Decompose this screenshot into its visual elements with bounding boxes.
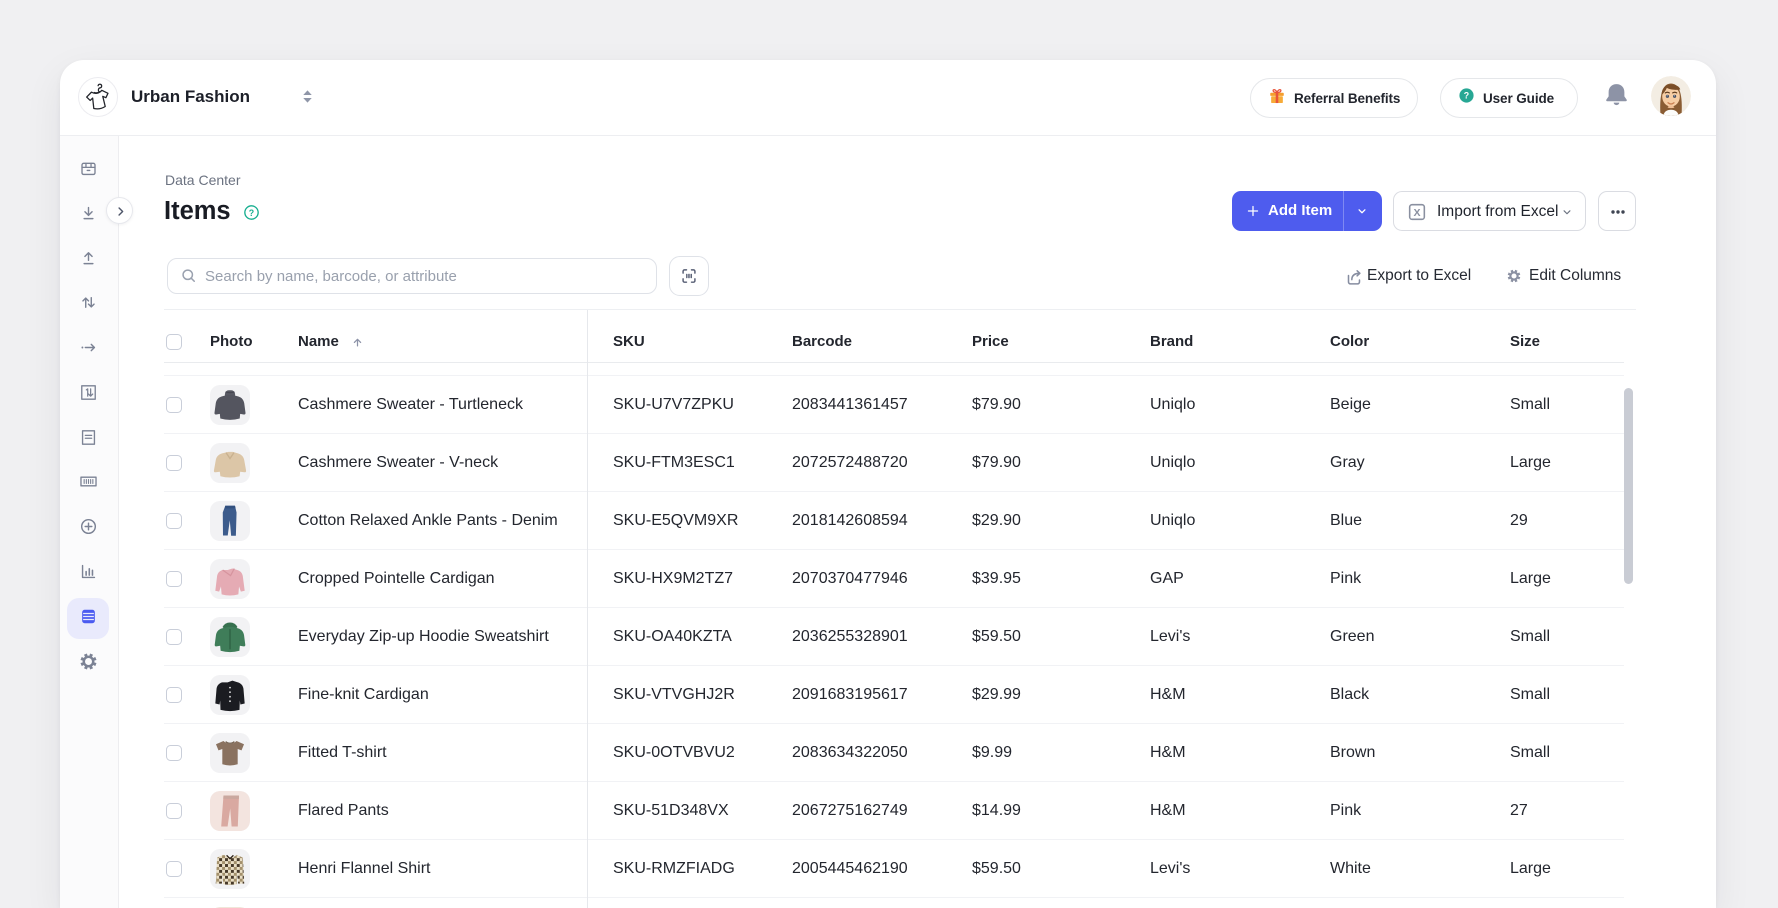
svg-text:?: ? bbox=[249, 207, 254, 217]
svg-text:?: ? bbox=[1464, 91, 1469, 101]
svg-text:X: X bbox=[1413, 206, 1420, 218]
